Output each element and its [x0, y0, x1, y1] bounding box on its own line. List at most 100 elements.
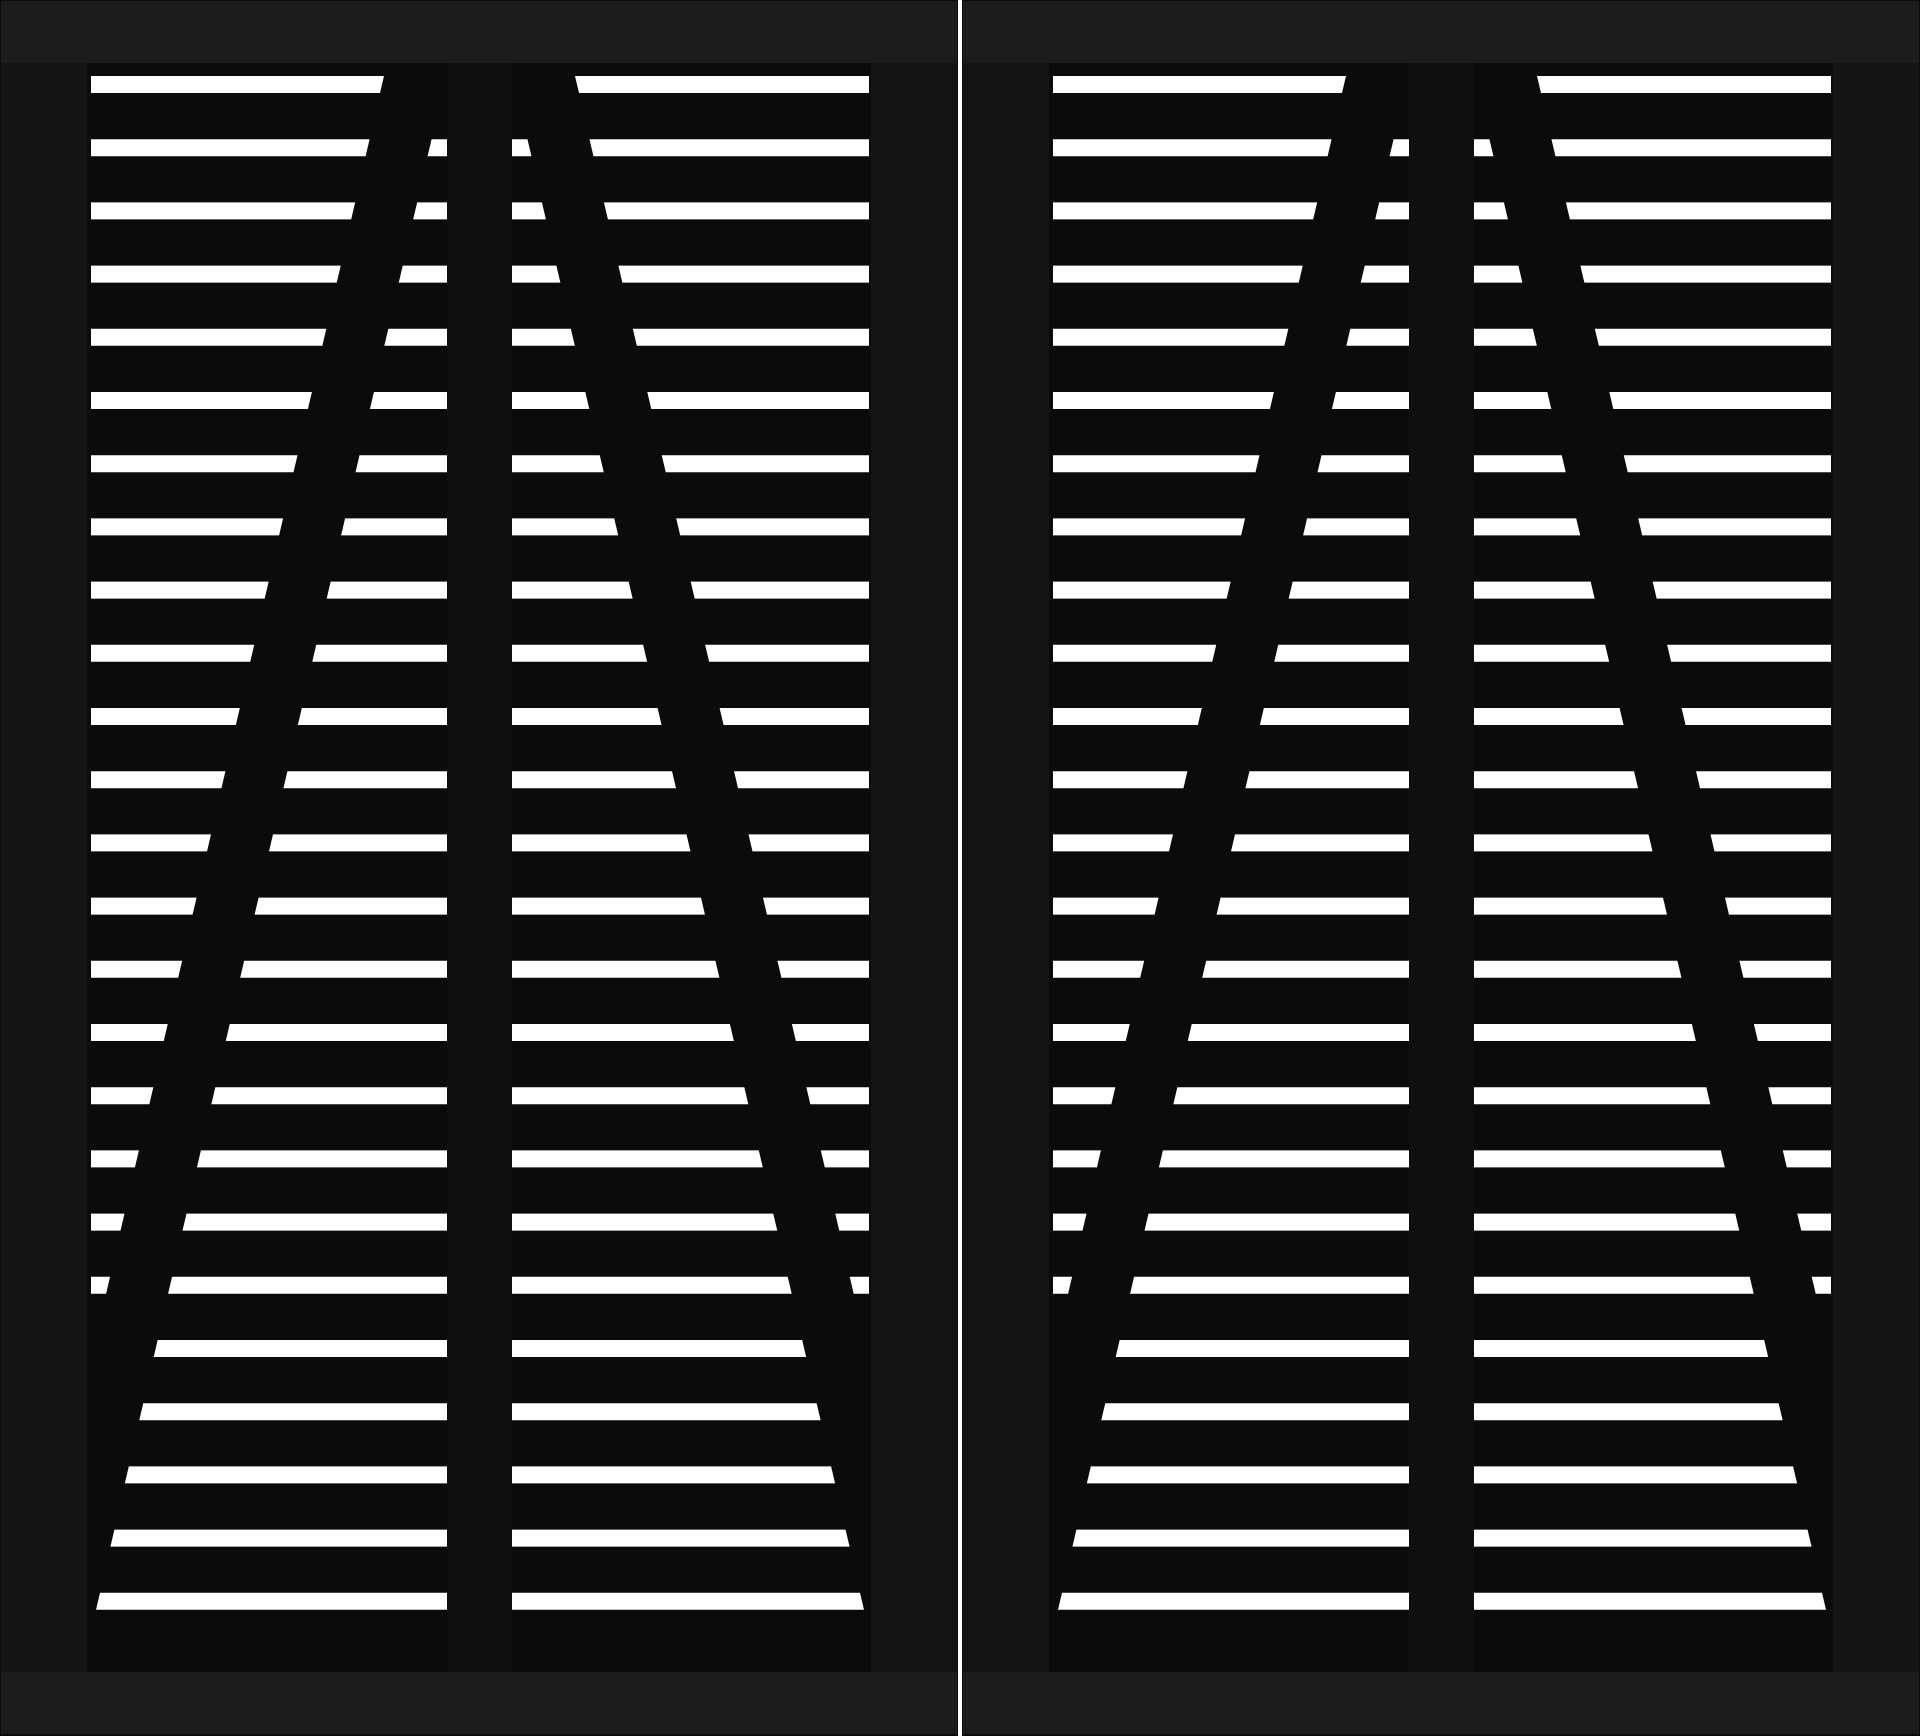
slat-gap — [1474, 1466, 1798, 1484]
slat-gap — [1158, 1150, 1409, 1168]
slat-gap — [1667, 644, 1831, 662]
slat-gap — [1144, 1213, 1409, 1231]
slat-gap — [196, 1150, 447, 1168]
slat-gap — [91, 76, 384, 93]
slat-gap — [369, 392, 447, 409]
slat-gap — [512, 328, 575, 346]
slat-gap — [1303, 518, 1409, 536]
slat-gap — [512, 202, 546, 220]
panel-right-center-stile — [1409, 63, 1474, 1672]
slat-gap — [1474, 834, 1653, 852]
slat-gap — [1053, 139, 1332, 157]
slat-gap — [1797, 1213, 1831, 1231]
slat-gap — [1086, 1466, 1409, 1484]
slat-gap — [1474, 392, 1552, 409]
slat-gap — [225, 1024, 447, 1041]
slat-gap — [1053, 1150, 1101, 1168]
slat-gap — [341, 518, 447, 536]
slat-gap — [1474, 518, 1581, 536]
fence-panel-right — [962, 0, 1920, 1736]
slat-gap — [512, 1213, 778, 1231]
slat-gap — [661, 455, 869, 473]
slat-gap — [1681, 708, 1831, 725]
slat-gap — [91, 518, 284, 536]
slat-gap — [124, 1466, 447, 1484]
panel-right-left-post — [963, 63, 1049, 1672]
slat-gap — [96, 1592, 447, 1610]
slat-gap — [1710, 834, 1831, 852]
slat-gap — [1053, 771, 1188, 789]
slat-gap — [91, 708, 240, 725]
slat-gap — [91, 1024, 168, 1041]
panel-right-bottom-rail — [963, 1672, 1919, 1734]
slat-gap — [1474, 1087, 1711, 1105]
slat-gap — [1594, 328, 1831, 346]
slat-gap — [1130, 1276, 1409, 1294]
slat-gap — [1053, 202, 1318, 220]
slat-gap — [269, 834, 447, 852]
slat-gap — [603, 202, 869, 220]
slat-gap — [512, 960, 720, 978]
panel-right-right-post — [1833, 63, 1919, 1672]
slat-gap — [1187, 1024, 1409, 1041]
slat-gap — [91, 771, 226, 789]
slat-gap — [91, 1087, 154, 1105]
slat-gap — [705, 644, 869, 662]
slat-gap — [1782, 1150, 1831, 1168]
slat-gap — [1101, 1403, 1409, 1421]
slat-gap — [512, 834, 691, 852]
slat-gap — [1739, 960, 1831, 978]
slat-gap — [91, 392, 312, 409]
panel-left-top-rail — [1, 1, 957, 63]
slat-gap — [1474, 644, 1610, 662]
slat-gap — [91, 328, 327, 346]
slat-gap — [91, 581, 269, 599]
slat-gap — [1474, 897, 1667, 915]
slat-gap — [1474, 1213, 1740, 1231]
slat-gap — [1360, 265, 1409, 283]
panel-left-left-post — [1, 63, 87, 1672]
slat-gap — [1053, 834, 1173, 852]
slat-gap — [1053, 518, 1246, 536]
slat-gap — [734, 771, 869, 789]
slat-gap — [512, 1592, 864, 1610]
slat-gap — [1053, 392, 1274, 409]
slat-gap — [91, 139, 370, 157]
slat-gap — [91, 897, 197, 915]
slat-gap — [91, 265, 341, 283]
slat-gap — [1474, 328, 1537, 346]
slat-gap — [1474, 1403, 1783, 1421]
slat-gap — [512, 1403, 821, 1421]
fence-panel-left — [0, 0, 958, 1736]
slat-gap — [512, 265, 561, 283]
slat-gap — [91, 960, 183, 978]
slat-gap — [791, 1024, 869, 1041]
slat-gap — [297, 708, 447, 725]
panel-left-bottom-rail — [1, 1672, 957, 1734]
slat-gap — [512, 1276, 792, 1294]
slat-gap — [1623, 455, 1831, 473]
slat-gap — [512, 518, 619, 536]
slat-gap — [240, 960, 447, 978]
slat-gap — [1053, 265, 1303, 283]
slat-gap — [1474, 202, 1508, 220]
slat-gap — [312, 644, 447, 662]
slat-gap — [1053, 1024, 1130, 1041]
slat-gap — [1274, 644, 1409, 662]
slat-gap — [1474, 1276, 1754, 1294]
slat-gap — [512, 897, 705, 915]
slat-gap — [748, 834, 869, 852]
slat-gap — [512, 708, 662, 725]
slat-gap — [1331, 392, 1409, 409]
panel-left-center-stile — [447, 63, 512, 1672]
slat-gap — [91, 1150, 139, 1168]
slat-gap — [512, 771, 677, 789]
slat-gap — [1053, 76, 1346, 93]
slat-gap — [835, 1213, 869, 1231]
slat-gap — [1259, 708, 1409, 725]
slat-gap — [384, 328, 447, 346]
slat-gap — [1115, 1340, 1409, 1357]
slat-gap — [1346, 328, 1409, 346]
slat-gap — [1053, 960, 1145, 978]
slat-gap — [1053, 897, 1159, 915]
